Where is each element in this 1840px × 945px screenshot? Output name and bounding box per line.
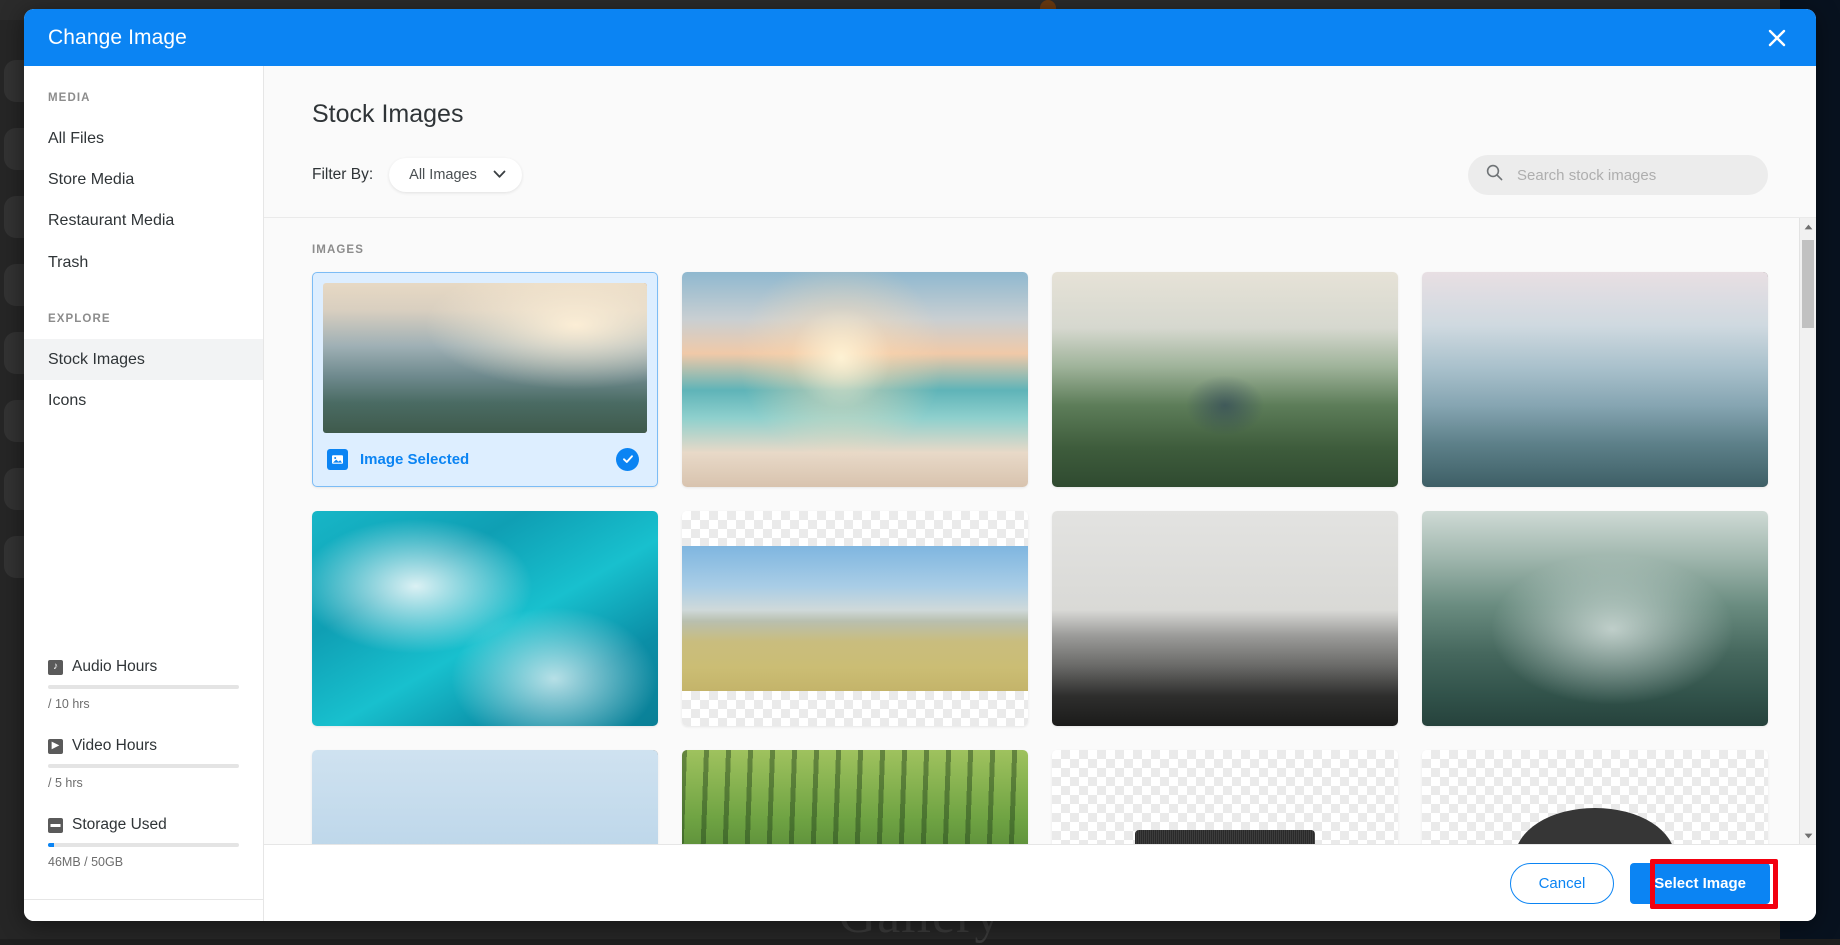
images-scroll-region: IMAGES <box>264 218 1816 844</box>
cancel-button[interactable]: Cancel <box>1510 863 1615 904</box>
meter-label: Video Hours <box>72 737 157 755</box>
sidebar-item-all-files[interactable]: All Files <box>24 118 263 159</box>
filter-control: Filter By: All Images <box>312 158 522 192</box>
image-thumbnail <box>682 750 1028 844</box>
image-thumbnail <box>682 546 1028 691</box>
folder-icon: ▬ <box>48 818 63 833</box>
meter-video-hours: ▶ Video Hours / 5 hrs <box>48 737 239 790</box>
change-image-modal: Change Image MEDIA All Files Store Media… <box>24 9 1816 921</box>
image-thumbnail <box>1052 511 1398 726</box>
image-card[interactable] <box>682 511 1028 726</box>
search-icon <box>1486 164 1503 186</box>
image-card-selected[interactable]: Image Selected <box>312 272 658 487</box>
images-grid-container: IMAGES <box>264 218 1816 844</box>
image-thumbnail <box>312 511 658 726</box>
main-header: Stock Images Filter By: All Images <box>264 66 1816 218</box>
image-thumbnail <box>1422 272 1768 487</box>
selected-bar: Image Selected <box>323 433 647 485</box>
music-note-icon: ♪ <box>48 660 63 675</box>
modal-header: Change Image <box>24 9 1816 66</box>
image-card[interactable] <box>1422 750 1768 844</box>
sidebar-group-label-media: MEDIA <box>24 92 263 104</box>
sidebar-item-store-media[interactable]: Store Media <box>24 159 263 200</box>
select-image-button[interactable]: Select Image <box>1630 863 1770 904</box>
close-icon[interactable] <box>1760 21 1794 55</box>
image-thumbnail <box>1052 272 1398 487</box>
sidebar-flex-spacer <box>24 421 263 658</box>
check-circle-icon <box>616 448 639 471</box>
chevron-down-icon <box>493 167 506 183</box>
filter-selected-value: All Images <box>409 167 477 183</box>
modal-body: MEDIA All Files Store Media Restaurant M… <box>24 66 1816 921</box>
search-input[interactable] <box>1517 167 1750 184</box>
images-grid: Image Selected <box>312 272 1768 844</box>
sidebar-item-stock-images[interactable]: Stock Images <box>24 339 263 380</box>
usage-meters: ♪ Audio Hours / 10 hrs ▶ Video Hours <box>24 658 263 895</box>
image-card[interactable] <box>1052 511 1398 726</box>
sidebar-item-restaurant-media[interactable]: Restaurant Media <box>24 200 263 241</box>
media-sidebar: MEDIA All Files Store Media Restaurant M… <box>24 66 264 921</box>
image-selected-label: Image Selected <box>360 451 604 468</box>
sidebar-group-label-explore: EXPLORE <box>24 313 263 325</box>
image-card[interactable] <box>682 272 1028 487</box>
meter-value: / 10 hrs <box>48 697 239 711</box>
meter-audio-hours: ♪ Audio Hours / 10 hrs <box>48 658 239 711</box>
meter-progress-fill <box>48 843 54 847</box>
meter-label: Storage Used <box>72 816 167 834</box>
image-thumbnail <box>323 283 647 433</box>
filter-label: Filter By: <box>312 166 373 184</box>
meter-progress-bar <box>48 764 239 768</box>
caret-up-icon[interactable] <box>1800 218 1816 235</box>
thumbnail <box>323 283 647 433</box>
image-thumbnail <box>1515 808 1674 845</box>
sidebar-item-trash[interactable]: Trash <box>24 242 263 283</box>
transparency-checker-background <box>682 511 1028 726</box>
filter-dropdown[interactable]: All Images <box>389 158 522 192</box>
image-icon <box>327 449 348 470</box>
meter-label: Audio Hours <box>72 658 157 676</box>
transparency-checker-background <box>1422 750 1768 844</box>
meter-header: ♪ Audio Hours <box>48 658 239 676</box>
image-thumbnail <box>312 750 658 844</box>
main-controls: Filter By: All Images <box>312 155 1816 217</box>
image-card[interactable] <box>312 511 658 726</box>
meter-header: ▬ Storage Used <box>48 816 239 834</box>
sidebar-spacer <box>24 283 263 313</box>
image-card[interactable] <box>1052 750 1398 844</box>
image-thumbnail <box>1135 830 1315 844</box>
play-icon: ▶ <box>48 739 63 754</box>
meter-progress-bar <box>48 685 239 689</box>
main-panel: Stock Images Filter By: All Images <box>264 66 1816 921</box>
image-card[interactable] <box>1422 511 1768 726</box>
modal-title: Change Image <box>48 26 187 50</box>
modal-footer: Cancel Select Image <box>264 844 1816 921</box>
search-field[interactable] <box>1468 155 1768 195</box>
vertical-scrollbar[interactable] <box>1799 218 1816 844</box>
sidebar-divider <box>24 899 263 921</box>
image-thumbnail <box>682 272 1028 487</box>
image-card[interactable] <box>312 750 658 844</box>
transparency-checker-background <box>1052 750 1398 844</box>
image-card[interactable] <box>1052 272 1398 487</box>
meter-progress-bar <box>48 843 239 847</box>
caret-down-icon[interactable] <box>1800 827 1816 844</box>
images-section-label: IMAGES <box>312 244 1768 256</box>
image-card[interactable] <box>1422 272 1768 487</box>
scrollbar-thumb[interactable] <box>1802 240 1814 328</box>
meter-value: 46MB / 50GB <box>48 855 239 869</box>
page-title: Stock Images <box>312 100 1816 129</box>
image-thumbnail <box>1422 511 1768 726</box>
image-card[interactable] <box>682 750 1028 844</box>
meter-header: ▶ Video Hours <box>48 737 239 755</box>
sidebar-item-icons[interactable]: Icons <box>24 380 263 421</box>
meter-storage-used: ▬ Storage Used 46MB / 50GB <box>48 816 239 869</box>
meter-value: / 5 hrs <box>48 776 239 790</box>
